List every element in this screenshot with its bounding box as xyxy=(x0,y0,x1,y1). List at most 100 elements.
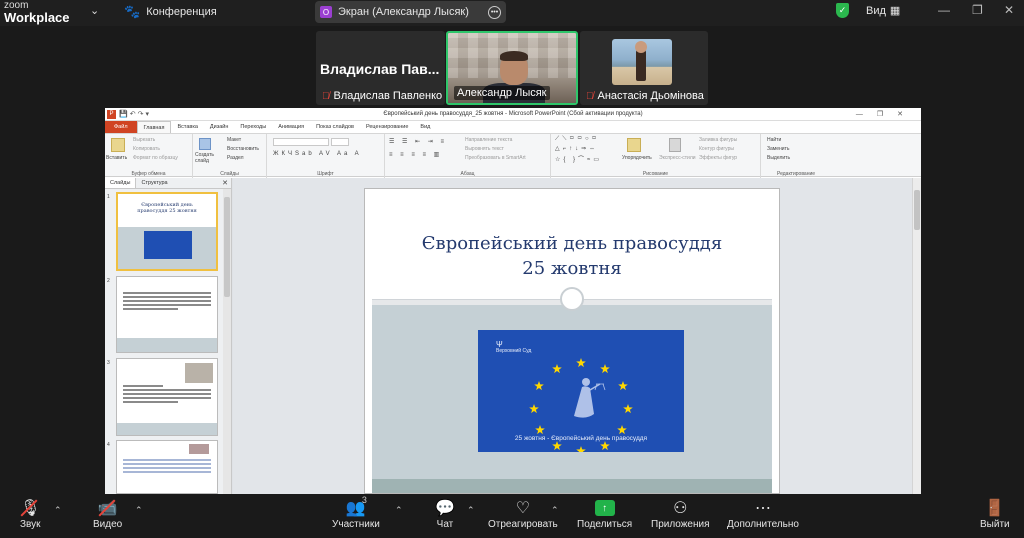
group-label: Шрифт xyxy=(317,171,334,177)
new-slide-icon[interactable] xyxy=(199,138,211,150)
font-name-select[interactable] xyxy=(273,138,329,146)
thumb-text-line xyxy=(123,304,211,306)
conference-menu[interactable]: 🐾 Конференция xyxy=(124,4,217,20)
section-button[interactable]: Раздел xyxy=(227,155,244,161)
tab-review[interactable]: Рецензирование xyxy=(360,121,414,133)
minimize-icon[interactable]: — xyxy=(938,3,950,17)
tab-animation[interactable]: Анимация xyxy=(272,121,310,133)
react-button[interactable]: ♡ Отреагировать xyxy=(488,497,558,530)
chevron-up-icon[interactable]: ⌃ xyxy=(54,505,62,516)
format-painter-button[interactable]: Формат по образцу xyxy=(133,155,178,161)
arrange-icon[interactable] xyxy=(627,138,641,152)
tab-design[interactable]: Дизайн xyxy=(204,121,235,133)
text-direction-button[interactable]: Направление текста xyxy=(465,137,512,143)
slide-divider-circle xyxy=(560,287,584,311)
more-label: Дополнительно xyxy=(727,519,799,530)
tab-slides[interactable]: Слайды xyxy=(105,178,137,188)
restore-icon[interactable]: ❐ xyxy=(972,3,983,17)
grid-icon: ▦ xyxy=(889,5,901,17)
chevron-up-icon[interactable]: ⌃ xyxy=(395,505,403,516)
font-format-icons[interactable]: ЖКЧSab AV Aa A xyxy=(273,151,362,157)
star-icon xyxy=(600,441,610,451)
screen-share-pill[interactable]: О Экран (Александр Лысяк) ••• xyxy=(315,1,506,23)
slide-thumbnail-1[interactable]: Європейський день правосуддя 25 жовтня xyxy=(116,192,218,271)
more-button[interactable]: ⋯ Дополнительно xyxy=(727,497,799,530)
chat-label: Чат xyxy=(436,519,454,530)
ppt-window-controls[interactable]: —❐✕ xyxy=(856,110,917,118)
leave-button[interactable]: 🚪 Выйти xyxy=(980,497,1010,530)
paste-button[interactable]: Вставить xyxy=(106,155,127,161)
arrange-button[interactable]: Упорядочить xyxy=(622,155,652,161)
smartart-button[interactable]: Преобразовать в SmartArt xyxy=(465,155,526,161)
chevron-down-icon[interactable]: ⌄ xyxy=(90,4,99,17)
close-icon[interactable]: ✕ xyxy=(222,179,228,187)
group-font: ЖКЧSab AV Aa A Шрифт xyxy=(267,134,385,178)
current-slide[interactable]: Європейський день правосуддя 25 жовтня Ψ… xyxy=(364,188,780,494)
share-button[interactable]: ↑ Поделиться xyxy=(577,497,632,530)
list-icons[interactable]: ☰ ☰ ⇤ ⇥ ≡ xyxy=(389,138,447,145)
layout-button[interactable]: Макет xyxy=(227,137,241,143)
slide-thumbnail-4[interactable] xyxy=(116,440,218,494)
select-button[interactable]: Выделить xyxy=(767,155,790,161)
new-slide-button[interactable]: Создать слайд xyxy=(195,152,219,164)
scrollbar-thumb[interactable] xyxy=(914,190,920,230)
copy-button[interactable]: Копировать xyxy=(133,146,160,152)
slide-thumbnail-3[interactable] xyxy=(116,358,218,436)
chevron-up-icon[interactable]: ⌃ xyxy=(551,505,559,516)
participants-button[interactable]: 👥 3 Участники xyxy=(332,495,380,530)
slide-number: 4 xyxy=(107,442,110,448)
reset-button[interactable]: Восстановить xyxy=(227,146,259,152)
star-icon xyxy=(529,404,539,414)
shapes-gallery[interactable]: ⟋⟍▭▭○▭ xyxy=(555,136,599,143)
tab-view[interactable]: Вид xyxy=(414,121,436,133)
tab-transitions[interactable]: Переходы xyxy=(234,121,272,133)
slides-pane-scrollbar[interactable] xyxy=(223,189,231,494)
tab-file[interactable]: Файл xyxy=(105,121,137,133)
shield-check-icon[interactable]: ✓ xyxy=(836,3,849,18)
thumb-bottom xyxy=(117,423,217,435)
font-size-select[interactable] xyxy=(331,138,349,146)
slide-thumbnail-2[interactable] xyxy=(116,276,218,353)
tab-outline[interactable]: Структура xyxy=(136,178,172,188)
slide-editor-scrollbar[interactable] xyxy=(912,178,921,494)
group-label: Редактирование xyxy=(776,171,816,177)
video-off-icon: 📹 xyxy=(98,497,118,519)
paste-icon[interactable] xyxy=(111,138,125,152)
shapes-gallery[interactable]: ☆{ }⌒≈▭ xyxy=(555,154,602,163)
apps-icon: ⚇ xyxy=(673,500,688,517)
shapes-gallery[interactable]: △⌐↑↓⇒⇔ xyxy=(555,145,598,152)
participant-tile-active-speaker[interactable]: Александр Лысяк xyxy=(446,31,578,105)
apps-button[interactable]: ⚇ Приложения xyxy=(651,497,710,530)
eu-stars-circle xyxy=(529,358,633,452)
mic-muted-icon: 🎙̸ xyxy=(322,90,330,102)
chat-button[interactable]: 💬 Чат xyxy=(435,497,455,530)
chevron-up-icon[interactable]: ⌃ xyxy=(135,505,143,516)
participant-tile[interactable]: Владислав Пав... 🎙̸ Владислав Павленко xyxy=(316,31,445,105)
sharer-badge: О xyxy=(320,6,332,18)
scrollbar-thumb[interactable] xyxy=(224,197,230,297)
tab-home[interactable]: Главная xyxy=(136,121,172,133)
slide-title[interactable]: Європейський день правосуддя 25 жовтня xyxy=(372,231,772,281)
audio-button[interactable]: 🎙 Звук xyxy=(20,497,41,530)
tab-slideshow[interactable]: Показ слайдов xyxy=(310,121,360,133)
close-icon[interactable]: ✕ xyxy=(1004,3,1014,17)
shape-fill-button[interactable]: Заливка фигуры xyxy=(699,137,737,143)
video-button[interactable]: 📹 Видео xyxy=(93,497,122,530)
view-menu[interactable]: Вид ▦ xyxy=(866,4,901,18)
align-icons[interactable]: ≡ ≡ ≡ ≡ ▥ xyxy=(389,151,442,158)
slide-number: 3 xyxy=(107,360,110,366)
eu-justice-image[interactable]: Ψ Верховний Суд 25 жовтня - Європейський… xyxy=(478,330,684,452)
chevron-up-icon[interactable]: ⌃ xyxy=(467,505,475,516)
find-button[interactable]: Найти xyxy=(767,137,781,143)
person-head xyxy=(635,41,647,53)
align-text-button[interactable]: Выровнять текст xyxy=(465,146,504,152)
more-icon[interactable]: ••• xyxy=(488,5,501,19)
shape-outline-button[interactable]: Контур фигуры xyxy=(699,146,734,152)
replace-button[interactable]: Заменить xyxy=(767,146,789,152)
quick-styles-button[interactable]: Экспресс-стили xyxy=(659,155,696,161)
shape-effects-button[interactable]: Эффекты фигур xyxy=(699,155,737,161)
tab-insert[interactable]: Вставка xyxy=(171,121,203,133)
quick-styles-icon[interactable] xyxy=(669,138,681,152)
cut-button[interactable]: Вырезать xyxy=(133,137,155,143)
heart-icon: ♡ xyxy=(515,500,531,517)
